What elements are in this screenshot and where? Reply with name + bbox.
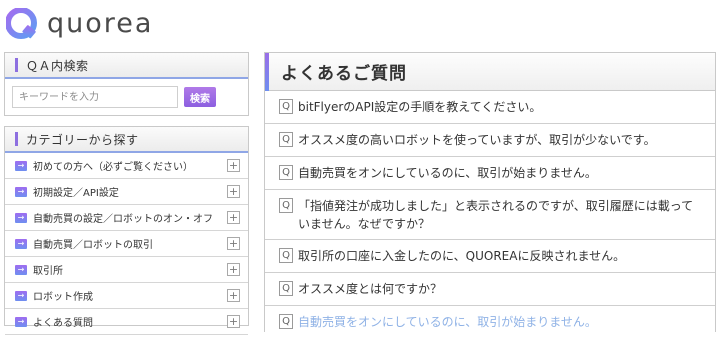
- category-item[interactable]: → 初めての方へ（必ずご覧ください） +: [5, 153, 248, 179]
- faq-question[interactable]: 自動売買をオンにしているのに、取引が始まりません。: [298, 313, 705, 331]
- arrow-right-icon: →: [15, 264, 27, 275]
- expand-plus-icon[interactable]: +: [227, 237, 240, 250]
- faq-title: よくあるご質問: [281, 64, 407, 84]
- faq-question[interactable]: 「指値発注が成功しました」と表示されるのですが、取引履歴には載っていません。なぜ…: [298, 197, 705, 233]
- category-item[interactable]: → よくある質問 +: [5, 309, 248, 335]
- category-item[interactable]: → ロボット作成 +: [5, 283, 248, 309]
- search-row: 検索: [5, 79, 248, 108]
- faq-item[interactable]: Q 自動売買をオンにしているのに、取引が始まりません。: [265, 157, 715, 190]
- expand-plus-icon[interactable]: +: [227, 159, 240, 172]
- faq-question[interactable]: 自動売買をオンにしているのに、取引が始まりません。: [298, 164, 705, 182]
- faq-question[interactable]: オススメ度とは何ですか？: [298, 280, 705, 298]
- faq-heading: よくあるご質問: [265, 53, 715, 91]
- faq-list: Q bitFlyerのAPI設定の手順を教えてください。 Q オススメ度の高いロ…: [265, 91, 715, 339]
- search-button[interactable]: 検索: [184, 87, 216, 107]
- faq-item[interactable]: Q bitFlyerのAPI設定の手順を教えてください。: [265, 91, 715, 124]
- q-icon: Q: [279, 99, 293, 114]
- q-icon: Q: [279, 132, 293, 147]
- arrow-right-icon: →: [15, 290, 27, 301]
- category-item[interactable]: → 取引所 +: [5, 257, 248, 283]
- faq-question[interactable]: bitFlyerのAPI設定の手順を教えてください。: [298, 98, 705, 116]
- category-item[interactable]: → 自動売買／ロボットの取引 +: [5, 231, 248, 257]
- category-heading: カテゴリーから探す: [5, 127, 248, 153]
- category-title: カテゴリーから探す: [26, 132, 139, 147]
- category-label: 自動売買の設定／ロボットのオン・オフ: [33, 214, 213, 225]
- category-label: よくある質問: [33, 318, 93, 329]
- expand-plus-icon[interactable]: +: [227, 211, 240, 224]
- expand-plus-icon[interactable]: +: [227, 263, 240, 276]
- category-list: → 初めての方へ（必ずご覧ください） + → 初期設定／API設定 + → 自動…: [5, 153, 248, 335]
- category-label: 初めての方へ（必ずご覧ください）: [33, 162, 193, 173]
- q-logo-icon: [6, 8, 37, 39]
- faq-item[interactable]: Q オススメ度の高いロボットを使っていますが、取引が少ないです。: [265, 124, 715, 157]
- faq-item[interactable]: Q 「指値発注が成功しました」と表示されるのですが、取引履歴には載っていません。…: [265, 190, 715, 240]
- faq-panel: よくあるご質問 Q bitFlyerのAPI設定の手順を教えてください。 Q オ…: [264, 52, 716, 332]
- faq-question[interactable]: 取引所の口座に入金したのに、QUOREAに反映されません。: [298, 247, 705, 265]
- q-icon: Q: [279, 198, 293, 213]
- arrow-right-icon: →: [15, 212, 27, 223]
- category-label: 取引所: [33, 266, 63, 277]
- qa-search-panel: ＱＡ内検索 検索: [4, 52, 249, 116]
- brand-name: quorea: [47, 8, 154, 39]
- faq-item[interactable]: Q 自動売買をオンにしているのに、取引が始まりません。: [265, 306, 715, 339]
- arrow-right-icon: →: [15, 238, 27, 249]
- category-label: 初期設定／API設定: [33, 188, 119, 199]
- arrow-right-icon: →: [15, 186, 27, 197]
- arrow-right-icon: →: [15, 160, 27, 171]
- faq-item[interactable]: Q 取引所の口座に入金したのに、QUOREAに反映されません。: [265, 240, 715, 273]
- q-icon: Q: [279, 165, 293, 180]
- category-item[interactable]: → 初期設定／API設定 +: [5, 179, 248, 205]
- category-panel: カテゴリーから探す → 初めての方へ（必ずご覧ください） + → 初期設定／AP…: [4, 126, 249, 335]
- faq-question[interactable]: オススメ度の高いロボットを使っていますが、取引が少ないです。: [298, 131, 705, 149]
- q-icon: Q: [279, 314, 293, 329]
- q-icon: Q: [279, 248, 293, 263]
- category-label: 自動売買／ロボットの取引: [33, 240, 153, 251]
- search-input[interactable]: [12, 86, 178, 108]
- logo[interactable]: quorea: [6, 8, 153, 40]
- q-icon: Q: [279, 281, 293, 296]
- arrow-right-icon: →: [15, 316, 27, 327]
- category-label: ロボット作成: [33, 292, 93, 303]
- expand-plus-icon[interactable]: +: [227, 289, 240, 302]
- expand-plus-icon[interactable]: +: [227, 185, 240, 198]
- header: quorea: [0, 0, 720, 46]
- qa-search-title: ＱＡ内検索: [26, 58, 89, 73]
- qa-search-heading: ＱＡ内検索: [5, 53, 248, 79]
- faq-item[interactable]: Q オススメ度とは何ですか？: [265, 273, 715, 306]
- category-item[interactable]: → 自動売買の設定／ロボットのオン・オフ +: [5, 205, 248, 231]
